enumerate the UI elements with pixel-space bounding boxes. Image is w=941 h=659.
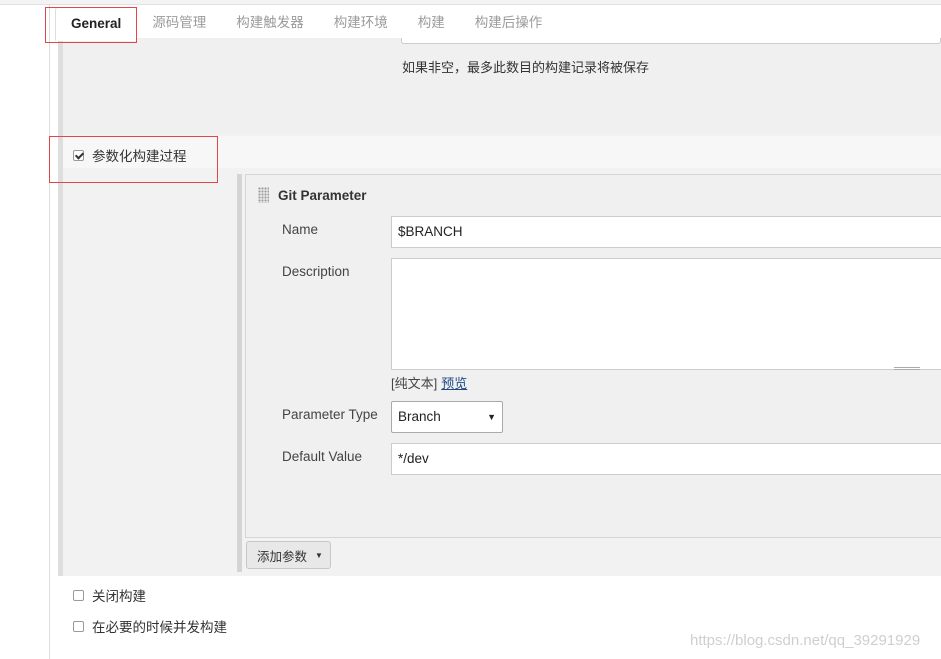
- parameter-type-value: Branch: [398, 409, 441, 424]
- concurrent-build-label: 在必要的时候并发构建: [92, 620, 227, 635]
- drag-handle-icon[interactable]: [258, 187, 269, 203]
- name-label: Name: [282, 222, 319, 237]
- plain-text-label: [纯文本]: [391, 376, 438, 391]
- default-value-label: Default Value: [282, 449, 363, 464]
- disable-build-checkbox[interactable]: [73, 589, 84, 601]
- parameter-type-select[interactable]: Branch ▼: [391, 401, 503, 433]
- add-parameter-label: 添加参数: [257, 549, 308, 564]
- left-rule: [49, 4, 50, 659]
- parameterized-highlight-box: [49, 136, 218, 183]
- description-format: [纯文本] 预览: [391, 373, 467, 392]
- caret-down-icon: ▼: [315, 550, 323, 560]
- preview-link[interactable]: 预览: [441, 376, 467, 391]
- name-input[interactable]: $BRANCH: [391, 216, 941, 248]
- git-parameter-title: Git Parameter: [278, 187, 367, 203]
- concurrent-build-option: 在必要的时候并发构建: [73, 616, 227, 636]
- tab-build[interactable]: 构建: [403, 5, 460, 41]
- disable-build-option: 关闭构建: [73, 585, 146, 605]
- max-builds-hint: 如果非空，最多此数目的构建记录将被保存: [402, 60, 650, 75]
- default-value-input[interactable]: */dev: [391, 443, 941, 475]
- parameter-type-label: Parameter Type: [282, 407, 378, 422]
- tab-build-environment[interactable]: 构建环境: [319, 5, 403, 41]
- tab-source-control[interactable]: 源码管理: [137, 5, 221, 41]
- tab-post-build[interactable]: 构建后操作: [460, 5, 558, 41]
- tab-build-triggers[interactable]: 构建触发器: [221, 5, 319, 41]
- git-parameter-header: Git Parameter: [258, 187, 367, 203]
- section-indent-bar: [58, 38, 63, 576]
- tab-highlight-box: [45, 7, 137, 43]
- dropdown-arrow-icon: ▼: [487, 412, 496, 422]
- concurrent-build-checkbox[interactable]: [73, 620, 84, 632]
- resize-handle-icon[interactable]: [894, 367, 920, 370]
- disable-build-label: 关闭构建: [92, 589, 146, 604]
- add-parameter-button[interactable]: 添加参数 ▼: [246, 541, 331, 569]
- parameter-list-bar: [237, 174, 242, 572]
- description-textarea[interactable]: [391, 258, 941, 370]
- description-label: Description: [282, 264, 350, 279]
- discard-section: [63, 38, 941, 134]
- watermark: https://blog.csdn.net/qq_39291929: [690, 632, 921, 649]
